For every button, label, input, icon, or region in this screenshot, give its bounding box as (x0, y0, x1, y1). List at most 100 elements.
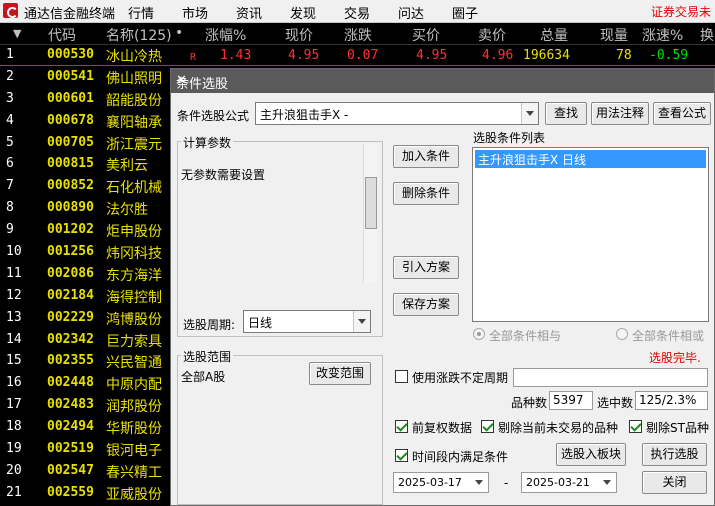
period-combo[interactable]: 日线 (243, 310, 371, 333)
radio-and-label: 全部条件相与 (489, 329, 562, 343)
usage-button[interactable]: 用法注释 (591, 102, 649, 125)
change-range-button[interactable]: 改变范围 (309, 362, 371, 385)
table-row[interactable]: 12 002184 海得控制 (0, 286, 172, 308)
run-selection-button[interactable]: 执行选股 (642, 443, 707, 466)
table-row[interactable]: 3 000601 韶能股份 (0, 89, 172, 111)
table-row[interactable]: 2 000541 佛山照明 (0, 67, 172, 89)
menu-faxian[interactable]: 发现 (290, 3, 316, 22)
close-icon[interactable]: ✕ (176, 73, 709, 88)
save-plan-button[interactable]: 保存方案 (393, 293, 459, 316)
col-chg-pct[interactable]: 涨幅% (205, 25, 246, 45)
chevron-down-icon[interactable] (599, 473, 616, 492)
row-name: 法尔胜 (106, 202, 148, 219)
menu-bar: 通达信金融终端 行情 市场 资讯 发现 交易 问达 圈子 证券交易未 (0, 0, 715, 23)
table-row[interactable]: 10 001256 炜冈科技 (0, 242, 172, 264)
row-number: 11 (6, 265, 22, 281)
table-row[interactable]: 17 002483 润邦股份 (0, 395, 172, 417)
dialog-titlebar[interactable]: 条件选股 — ✕ (171, 69, 714, 93)
radio-or[interactable] (616, 328, 628, 340)
range-group-label: 选股范围 (181, 348, 234, 365)
date-to-picker[interactable]: 2025-03-21 (521, 472, 617, 493)
menu-quanzi[interactable]: 圈子 (452, 3, 478, 22)
col-change[interactable]: 涨跌 (344, 25, 372, 45)
table-row[interactable]: 19 002519 银河电子 (0, 439, 172, 461)
pre-adjust-checkbox[interactable] (395, 420, 408, 433)
row-number: 21 (6, 484, 22, 500)
trade-status-link[interactable]: 证券交易未 (651, 3, 711, 20)
table-row[interactable]: 21 002559 亚威股份 (0, 483, 172, 505)
menu-wenda[interactable]: 问达 (398, 3, 424, 22)
params-scrollbar[interactable] (363, 143, 377, 283)
time-range-checkbox[interactable] (395, 449, 408, 462)
menu-shichang[interactable]: 市场 (182, 3, 208, 22)
row-code: 002547 (47, 462, 94, 478)
table-row[interactable]: 7 000852 石化机械 (0, 176, 172, 198)
chevron-down-icon[interactable] (521, 103, 538, 124)
exclude-st-checkbox[interactable] (629, 420, 642, 433)
col-name[interactable]: 名称(125) (106, 25, 172, 45)
row-code: 000601 (47, 90, 94, 106)
row-code: 002448 (47, 375, 94, 391)
row-code: 002519 (47, 441, 94, 457)
table-row[interactable]: 13 002229 鸿博股份 (0, 308, 172, 330)
table-row[interactable]: 9 001202 炬申股份 (0, 220, 172, 242)
condition-item[interactable]: 主升浪狙击手X 日线 (475, 150, 706, 168)
variable-period-input[interactable] (513, 368, 708, 387)
table-row[interactable]: 4 000678 襄阳轴承 (0, 111, 172, 133)
row-number: 6 (6, 156, 14, 172)
add-to-block-button[interactable]: 选股入板块 (556, 443, 626, 466)
date-from-picker[interactable]: 2025-03-17 (393, 472, 489, 493)
date-from-value: 2025-03-17 (398, 476, 462, 489)
scroll-thumb[interactable] (365, 177, 377, 229)
chevron-down-icon[interactable] (353, 311, 370, 332)
col-price[interactable]: 现价 (285, 25, 313, 45)
radio-and[interactable] (473, 328, 485, 340)
params-text: 无参数需要设置 (181, 168, 266, 182)
row-code: 002483 (47, 397, 94, 413)
selected-field: 125/2.3% (635, 391, 708, 410)
formula-combo[interactable]: 主升浪狙击手X - (255, 102, 539, 125)
variable-period-label: 使用涨跌不定周期 (412, 371, 509, 385)
import-plan-button[interactable]: 引入方案 (393, 256, 459, 279)
row-code: 002494 (47, 419, 94, 435)
delete-condition-button[interactable]: 删除条件 (393, 182, 459, 205)
col-bid[interactable]: 买价 (412, 25, 440, 45)
table-row[interactable]: 8 000890 法尔胜 (0, 198, 172, 220)
period-label: 选股周期: (183, 318, 236, 332)
find-button[interactable]: 查找 (545, 102, 587, 125)
table-row[interactable]: 20 002547 春兴精工 (0, 461, 172, 483)
table-row[interactable]: 16 002448 中原内配 (0, 373, 172, 395)
add-condition-button[interactable]: 加入条件 (393, 145, 459, 168)
menu-jiaoyi[interactable]: 交易 (344, 3, 370, 22)
table-row[interactable]: 14 002342 巨力索具 (0, 330, 172, 352)
close-button[interactable]: 关闭 (642, 471, 707, 494)
row-code: 000705 (47, 134, 94, 150)
row-number: 8 (6, 200, 14, 216)
selected-label: 选中数 (597, 396, 634, 410)
col-speed[interactable]: 涨速% (642, 25, 683, 45)
formula-label: 条件选股公式 (177, 109, 250, 123)
chevron-down-icon[interactable] (471, 473, 488, 492)
table-row[interactable]: 5 000705 浙江震元 (0, 133, 172, 155)
exclude-untraded-checkbox[interactable] (481, 420, 494, 433)
col-code[interactable]: 代码 (48, 25, 76, 45)
table-row[interactable]: 15 002355 兴民智通 (0, 351, 172, 373)
table-row[interactable]: 6 000815 美利云 (0, 154, 172, 176)
variable-period-checkbox[interactable] (395, 370, 408, 383)
col-more[interactable]: 换 (700, 25, 714, 45)
table-row[interactable]: 1 000530 冰山冷热 (0, 45, 172, 67)
quote-list: 1 000530 冰山冷热 2 000541 佛山照明 3 000601 韶能股份 4 000678… (0, 45, 172, 505)
row-number: 1 (6, 47, 14, 62)
sort-arrow-icon[interactable]: ▼ (13, 27, 21, 40)
col-ask[interactable]: 卖价 (478, 25, 506, 45)
conditions-listbox[interactable]: 主升浪狙击手X 日线 (472, 147, 709, 322)
menu-hangqing[interactable]: 行情 (128, 3, 154, 22)
row-number: 7 (6, 178, 14, 194)
table-row[interactable]: 18 002494 华斯股份 (0, 417, 172, 439)
view-formula-button[interactable]: 查看公式 (653, 102, 711, 125)
col-volume[interactable]: 总量 (540, 25, 568, 45)
menu-zixun[interactable]: 资讯 (236, 3, 262, 22)
col-cur-vol[interactable]: 现量 (600, 25, 628, 45)
table-row[interactable]: 11 002086 东方海洋 (0, 264, 172, 286)
row-name: 美利云 (106, 158, 148, 175)
